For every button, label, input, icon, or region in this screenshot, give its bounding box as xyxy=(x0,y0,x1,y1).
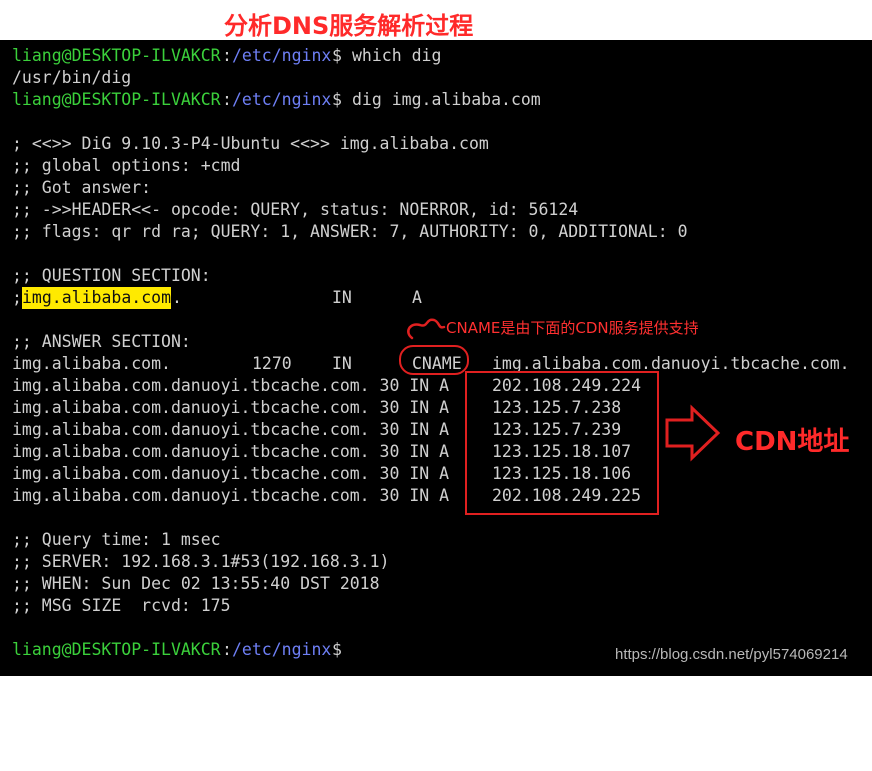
title-banner: 分析DNS服务解析过程 xyxy=(0,0,872,40)
terminal-window[interactable]: liang@DESKTOP-ILVAKCR : /etc/nginx $ whi… xyxy=(0,40,872,676)
cname-annotation-note: CNAME是由下面的CDN服务提供支持 xyxy=(446,319,699,337)
curly-pointer-icon xyxy=(407,318,446,340)
arrow-right-icon xyxy=(665,404,721,462)
watermark: https://blog.csdn.net/pyl574069214 xyxy=(615,646,848,663)
cdn-address-label: CDN地址 xyxy=(735,427,850,457)
page-title: 分析DNS服务解析过程 xyxy=(224,12,474,40)
annotation-overlay xyxy=(407,318,721,462)
